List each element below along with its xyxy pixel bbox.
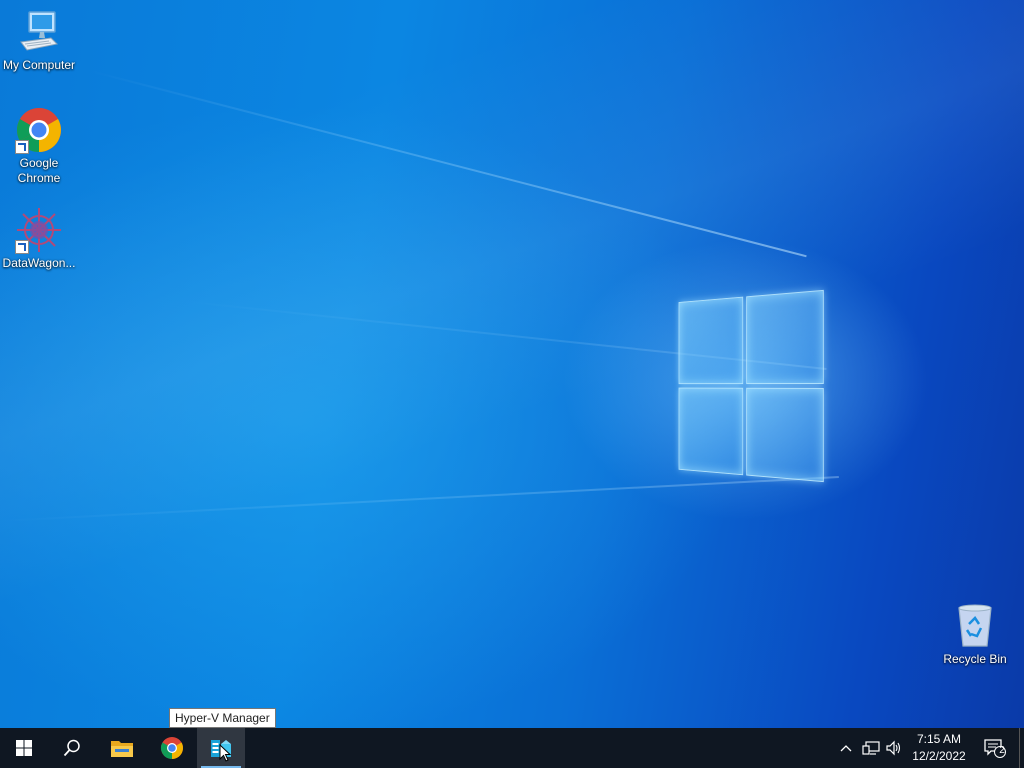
shortcut-arrow-icon: [15, 240, 29, 254]
computer-icon: [15, 8, 63, 56]
taskbar-tooltip: Hyper-V Manager: [169, 708, 276, 728]
windows-start-icon: [16, 740, 32, 756]
desktop-icon-google-chrome[interactable]: Google Chrome: [1, 106, 77, 186]
show-desktop-button[interactable]: [1019, 728, 1024, 768]
chevron-up-icon: [840, 745, 852, 752]
chrome-icon: [161, 737, 183, 759]
clock-time: 7:15 AM: [916, 732, 962, 746]
chrome-icon: [15, 106, 63, 154]
chrome-taskbar-button[interactable]: [148, 728, 196, 768]
desktop-icon-label: Recycle Bin: [943, 652, 1007, 666]
desktop-icon-recycle-bin[interactable]: Recycle Bin: [937, 602, 1013, 667]
datawagon-gear-icon: [15, 206, 63, 254]
volume-button[interactable]: [884, 728, 904, 768]
taskbar: 7:15 AM 12/2/2022 2: [0, 728, 1024, 768]
desktop-icon-label-line2: Chrome: [17, 171, 61, 185]
file-explorer-icon: [111, 741, 133, 757]
action-center-button[interactable]: 2: [980, 728, 1010, 768]
wallpaper-light-rays: [0, 0, 1024, 728]
hyper-v-manager-button[interactable]: [197, 728, 245, 768]
notification-count-badge: 2: [999, 745, 1005, 756]
speaker-icon: [886, 740, 901, 756]
taskbar-clock[interactable]: 7:15 AM 12/2/2022: [904, 728, 974, 768]
search-button[interactable]: [48, 728, 96, 768]
file-explorer-button[interactable]: [98, 728, 146, 768]
desktop-icon-datawagon[interactable]: DataWagon...: [1, 206, 77, 271]
network-button[interactable]: [860, 728, 882, 768]
show-hidden-icons-button[interactable]: [836, 728, 856, 768]
desktop-icon-label: Google: [19, 156, 59, 170]
desktop-icon-label: My Computer: [2, 58, 76, 72]
clock-date: 12/2/2022: [912, 749, 966, 763]
windows-logo-wallpaper: [678, 289, 824, 483]
search-icon: [63, 739, 80, 757]
desktop-icon-my-computer[interactable]: My Computer: [1, 8, 77, 73]
shortcut-arrow-icon: [15, 140, 29, 154]
network-icon: [862, 741, 880, 755]
start-button[interactable]: [0, 728, 48, 768]
desktop-wallpaper[interactable]: My Computer Google Chrome DataWagon... R…: [0, 0, 1024, 728]
recycle-bin-icon: [951, 602, 999, 650]
desktop-icon-label: DataWagon...: [2, 256, 76, 270]
mouse-cursor-icon: [219, 744, 231, 762]
